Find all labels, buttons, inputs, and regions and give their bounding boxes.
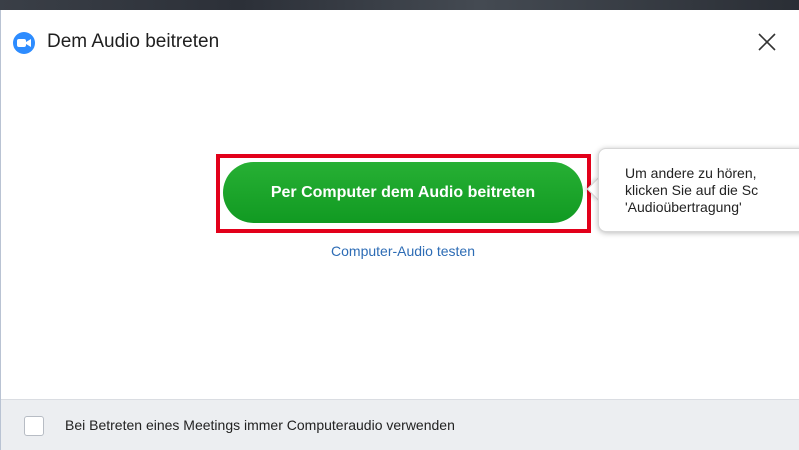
test-computer-audio-link[interactable]: Computer-Audio testen — [291, 243, 515, 259]
join-audio-dialog: Dem Audio beitreten Per Computer dem Aud… — [0, 10, 799, 450]
footer-bar: Bei Betreten eines Meetings immer Comput… — [1, 399, 799, 450]
tooltip-line-2: klicken Sie auf die Sc — [625, 182, 759, 198]
always-computer-audio-checkbox[interactable] — [24, 416, 44, 436]
close-button[interactable] — [753, 28, 781, 56]
window-title: Dem Audio beitreten — [47, 31, 220, 52]
always-computer-audio-label: Bei Betreten eines Meetings immer Comput… — [65, 417, 455, 433]
join-computer-audio-button[interactable]: Per Computer dem Audio beitreten — [223, 162, 583, 223]
close-icon — [758, 33, 776, 51]
zoom-camera-icon — [13, 32, 35, 54]
tooltip-line-3: 'Audioübertragung' — [625, 199, 742, 215]
title-bar: Dem Audio beitreten — [1, 10, 799, 70]
hint-tooltip: Um andere zu hören, klicken Sie auf die … — [598, 148, 799, 232]
tooltip-line-1: Um andere zu hören, — [625, 165, 757, 181]
